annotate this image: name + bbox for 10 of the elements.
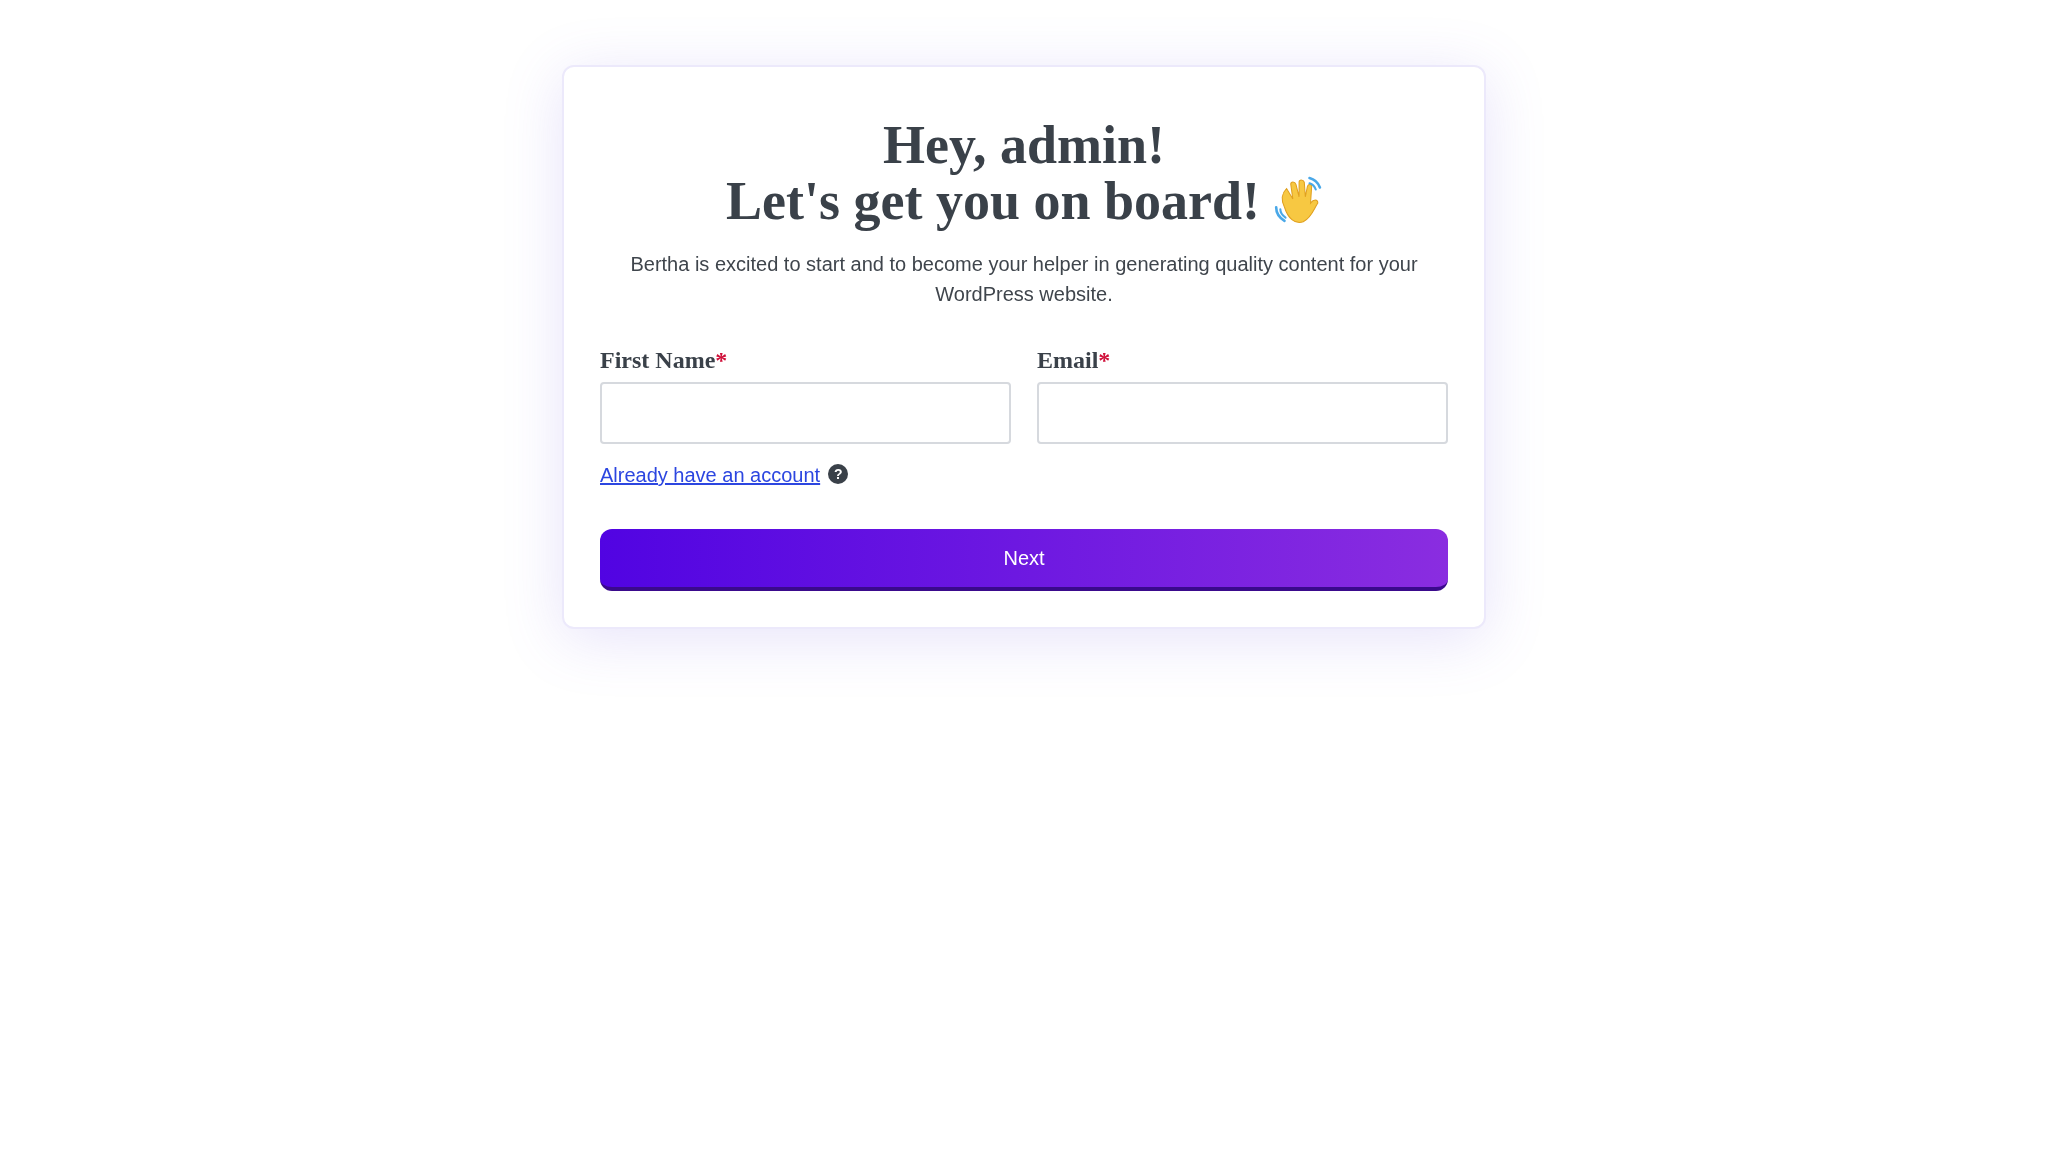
- intro-text: Bertha is excited to start and to become your helper in generating quality content for your WordPress website.: [629, 252, 1419, 307]
- heading-line: Hey, admin!: [883, 117, 1165, 173]
- input-field[interactable]: [1037, 382, 1448, 444]
- input-field[interactable]: [600, 382, 1011, 444]
- help-icon[interactable]: ?: [828, 464, 849, 484]
- field-label: Email*: [1037, 347, 1112, 374]
- field-label: First Name*: [600, 347, 729, 374]
- account-link[interactable]: Already have an account: [600, 464, 821, 487]
- next-button[interactable]: Next: [600, 529, 1448, 591]
- waving-hand-icon: [1272, 176, 1322, 226]
